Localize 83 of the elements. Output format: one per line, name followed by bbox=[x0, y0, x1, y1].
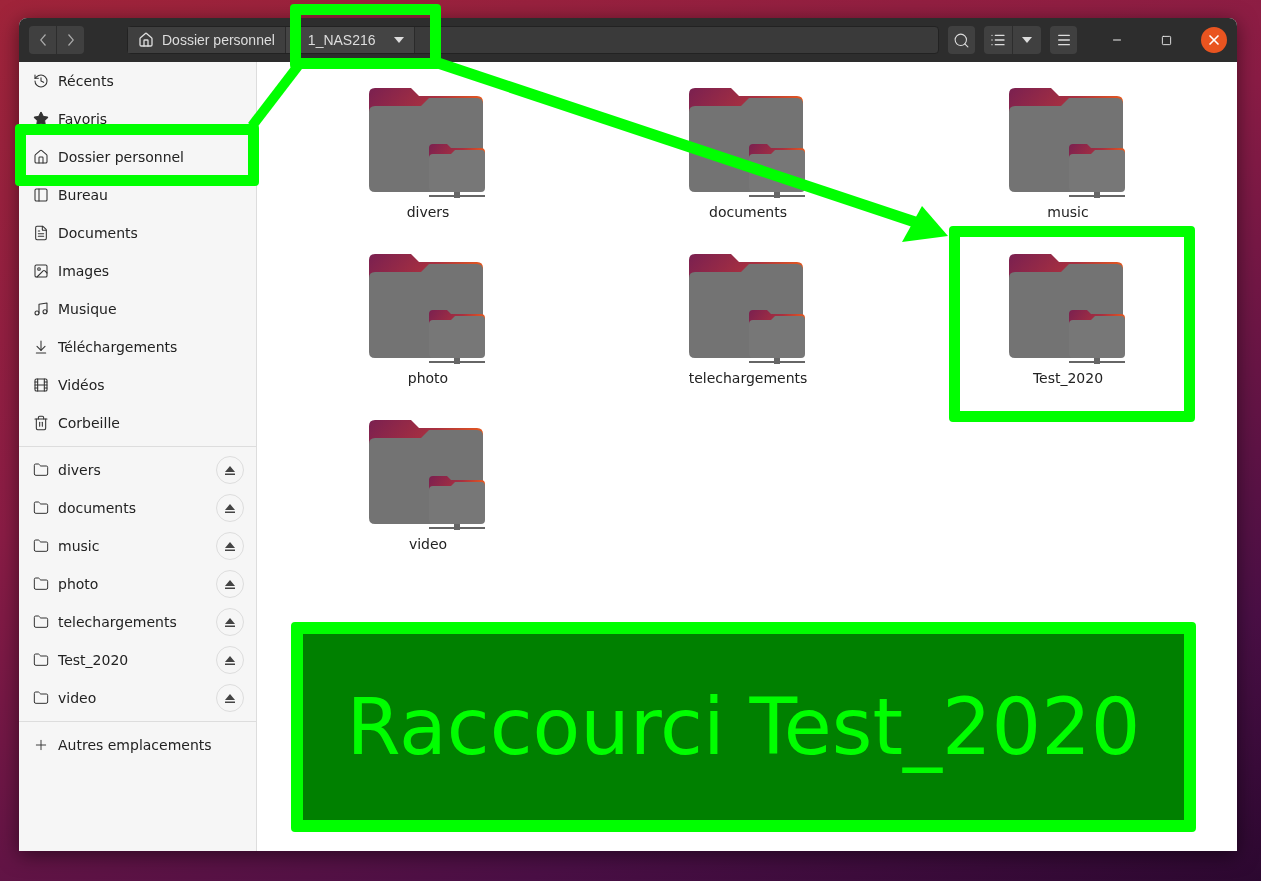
sidebar-item[interactable]: divers bbox=[19, 451, 256, 489]
trash-icon bbox=[33, 415, 49, 431]
eject-button[interactable] bbox=[216, 494, 244, 522]
folder-name: divers bbox=[406, 204, 450, 220]
sidebar-item[interactable]: Récents bbox=[19, 62, 256, 100]
document-icon bbox=[33, 225, 49, 241]
sidebar-item[interactable]: Musique bbox=[19, 290, 256, 328]
search-icon bbox=[953, 31, 970, 49]
sidebar-item[interactable]: Corbeille bbox=[19, 404, 256, 442]
eject-icon bbox=[225, 655, 235, 665]
view-options-button[interactable] bbox=[1013, 26, 1041, 54]
eject-icon bbox=[225, 617, 235, 627]
sidebar-item[interactable]: telechargements bbox=[19, 603, 256, 641]
menu-icon bbox=[1055, 32, 1072, 48]
sidebar-item[interactable]: Téléchargements bbox=[19, 328, 256, 366]
music-note-icon bbox=[33, 301, 49, 317]
eject-button[interactable] bbox=[216, 646, 244, 674]
close-icon bbox=[1206, 32, 1222, 48]
panel-icon bbox=[33, 187, 49, 203]
search-button[interactable] bbox=[948, 26, 975, 54]
eject-button[interactable] bbox=[216, 684, 244, 712]
folder-icon bbox=[33, 652, 49, 668]
download-icon bbox=[33, 339, 49, 355]
history-icon bbox=[33, 73, 49, 89]
folder-name: photo bbox=[407, 370, 449, 386]
list-view-button[interactable] bbox=[984, 26, 1012, 54]
network-folder-icon bbox=[1009, 254, 1127, 366]
eject-button[interactable] bbox=[216, 608, 244, 636]
eject-button[interactable] bbox=[216, 532, 244, 560]
folder-name: Test_2020 bbox=[1032, 370, 1104, 386]
network-folder-icon bbox=[1009, 88, 1127, 200]
plus-icon bbox=[33, 737, 49, 753]
sidebar-item[interactable]: Documents bbox=[19, 214, 256, 252]
eject-button[interactable] bbox=[216, 570, 244, 598]
folder-icon bbox=[33, 576, 49, 592]
eject-icon bbox=[225, 465, 235, 475]
sidebar-item[interactable]: documents bbox=[19, 489, 256, 527]
film-icon bbox=[33, 377, 49, 393]
sidebar-item[interactable]: Images bbox=[19, 252, 256, 290]
eject-button[interactable] bbox=[216, 456, 244, 484]
folder-icon bbox=[33, 462, 49, 478]
sidebar-item[interactable]: Bureau bbox=[19, 176, 256, 214]
close-button[interactable] bbox=[1201, 27, 1227, 53]
home-icon bbox=[138, 32, 154, 48]
home-icon bbox=[33, 149, 49, 165]
network-folder-icon bbox=[369, 420, 487, 532]
network-folder-icon bbox=[369, 88, 487, 200]
star-icon bbox=[33, 111, 49, 127]
folder-icon bbox=[33, 538, 49, 554]
annotation-box: Raccourci Test_2020 bbox=[291, 622, 1196, 832]
eject-icon bbox=[225, 693, 235, 703]
path-segment[interactable]: Dossier personnel bbox=[128, 27, 286, 53]
network-folder-icon bbox=[369, 254, 487, 366]
sidebar-item[interactable]: video bbox=[19, 679, 256, 717]
folder-icon bbox=[33, 500, 49, 516]
caret-icon bbox=[393, 37, 404, 43]
image-icon bbox=[33, 263, 49, 279]
sidebar-item[interactable]: photo bbox=[19, 565, 256, 603]
path-segment[interactable]: 1_NAS216 bbox=[285, 27, 415, 53]
list-icon bbox=[990, 32, 1006, 48]
chevron-left-icon bbox=[39, 34, 46, 46]
sidebar-item[interactable]: Dossier personnel bbox=[19, 138, 256, 176]
folder-name: telechargements bbox=[688, 370, 808, 386]
sidebar-item[interactable]: Favoris bbox=[19, 100, 256, 138]
folder-name: music bbox=[1047, 204, 1089, 220]
sidebar-item[interactable]: Vidéos bbox=[19, 366, 256, 404]
folder-name: documents bbox=[709, 204, 787, 220]
maximize-icon bbox=[1160, 34, 1172, 46]
sidebar-item[interactable]: Test_2020 bbox=[19, 641, 256, 679]
eject-icon bbox=[225, 579, 235, 589]
chevron-right-icon bbox=[67, 34, 74, 46]
eject-icon bbox=[225, 541, 235, 551]
folder-name: video bbox=[408, 536, 448, 552]
caret-icon bbox=[1022, 37, 1032, 43]
forward-button[interactable] bbox=[57, 26, 84, 54]
network-folder-icon bbox=[689, 254, 807, 366]
eject-icon bbox=[225, 503, 235, 513]
sidebar-item[interactable]: Autres emplacements bbox=[19, 726, 256, 764]
folder-icon bbox=[33, 614, 49, 630]
sidebar-item[interactable]: music bbox=[19, 527, 256, 565]
menu-button[interactable] bbox=[1050, 26, 1077, 54]
back-button[interactable] bbox=[29, 26, 56, 54]
folder-icon bbox=[33, 690, 49, 706]
